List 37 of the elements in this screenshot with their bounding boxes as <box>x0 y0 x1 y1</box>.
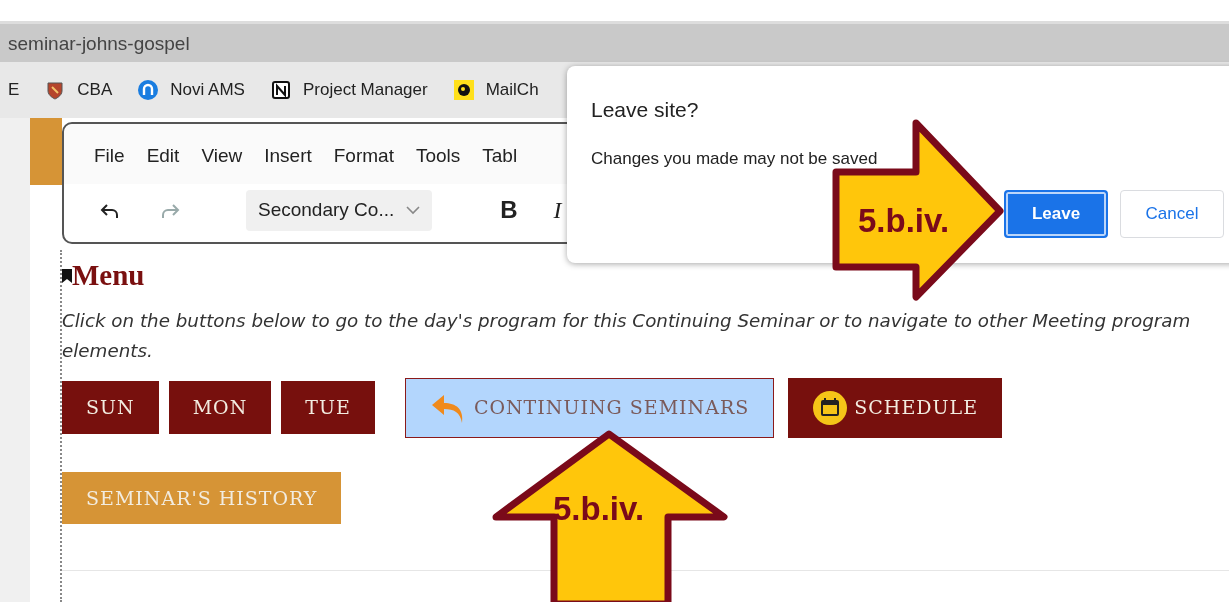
menu-item[interactable]: View <box>201 142 243 184</box>
menu-item[interactable]: Insert <box>264 142 312 184</box>
menu-item[interactable]: File <box>94 142 125 184</box>
menu-link-button[interactable]: MON <box>168 381 272 434</box>
callout-label: 5.b.iv. <box>858 201 950 241</box>
calendar-icon <box>812 389 849 426</box>
monkey-logo-icon <box>453 80 474 100</box>
menu-link-button[interactable]: SCHEDULE <box>788 377 1003 438</box>
shield-icon <box>45 80 66 100</box>
menu-link-button[interactable]: CONTINUING SEMINARS <box>404 377 775 438</box>
callout-label: 5.b.iv. <box>553 489 645 529</box>
bookmark-link[interactable]: Novi AMS <box>170 77 245 103</box>
page-header-strip <box>30 118 62 185</box>
notion-logo-icon <box>270 80 291 100</box>
menu-item[interactable]: Format <box>333 142 394 184</box>
intro-text: Click on the buttons below to go to the day's program for this Continuing Seminar or to navigate to other Meeting program elements. <box>62 308 1192 363</box>
dialog-title: Leave site? <box>591 97 700 123</box>
menu-item[interactable]: Tabl <box>482 142 518 184</box>
menu-link-button[interactable]: SUN <box>62 381 159 434</box>
cancel-button[interactable]: Cancel <box>1120 190 1224 238</box>
bookmark-link[interactable]: E <box>8 77 20 103</box>
dialog-message: Changes you made may not be saved <box>591 147 879 170</box>
bold-button[interactable]: B <box>492 192 526 229</box>
bookmark-link[interactable]: MailCh <box>485 77 539 103</box>
block-format-dropdown[interactable]: Secondary Co... <box>246 190 433 231</box>
italic-button[interactable]: I <box>545 192 570 229</box>
circle-logo-icon <box>138 80 159 100</box>
menu-link-button[interactable]: TUE <box>281 381 375 434</box>
menu-item[interactable]: Edit <box>146 142 180 184</box>
chevron-down-icon <box>406 205 421 216</box>
bookmark-link[interactable]: CBA <box>77 77 113 103</box>
bookmark-icon <box>62 268 72 283</box>
leave-button[interactable]: Leave <box>1004 190 1108 238</box>
bookmark-link[interactable]: Project Manager <box>302 77 428 103</box>
menu-heading: Menu <box>72 258 145 293</box>
address-text[interactable]: seminar-johns-gospel <box>8 33 190 54</box>
menu-item[interactable]: Tools <box>415 142 461 184</box>
